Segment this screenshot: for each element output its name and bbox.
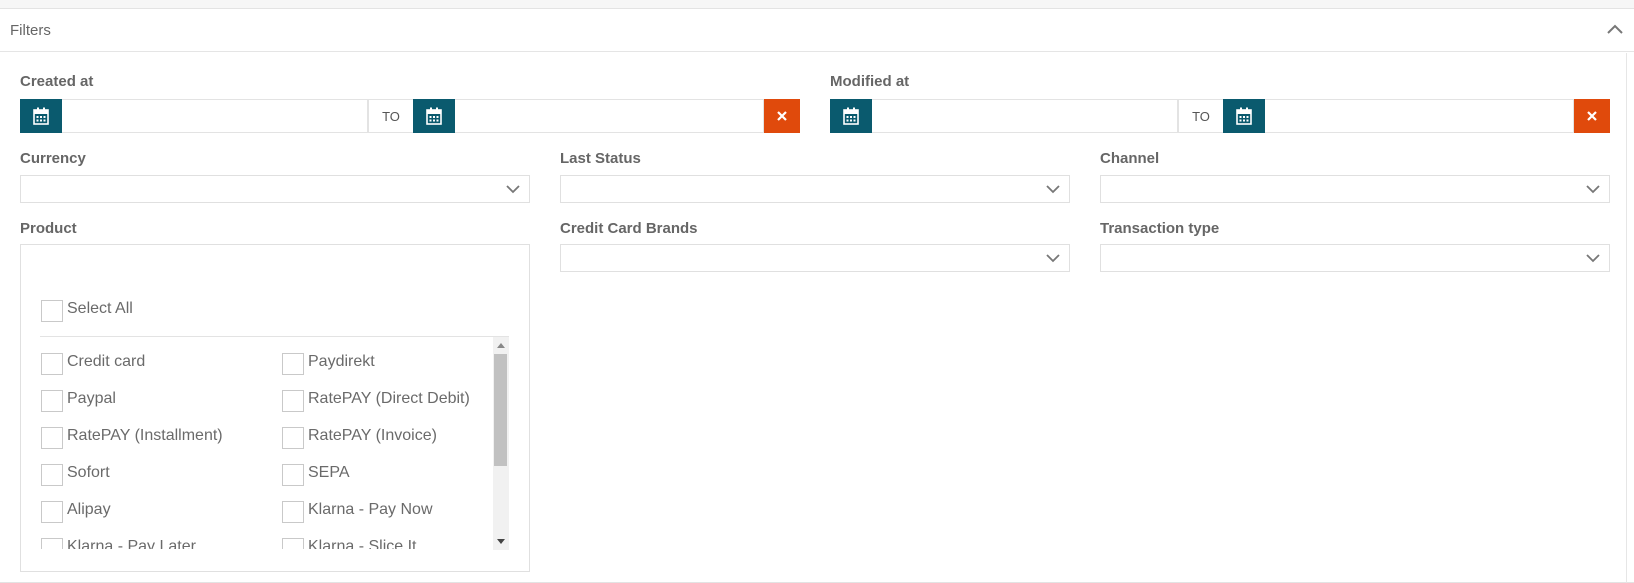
created-from-calendar-button[interactable] bbox=[20, 99, 62, 133]
select-all-label[interactable]: Select All bbox=[67, 300, 133, 318]
scroll-up-arrow-icon bbox=[497, 343, 505, 348]
chevron-down-icon bbox=[1046, 185, 1060, 194]
chevron-up-icon bbox=[1607, 24, 1623, 34]
option-label[interactable]: Paydirekt bbox=[308, 353, 375, 371]
credit-card-brands-label: Credit Card Brands bbox=[560, 220, 698, 237]
option-label[interactable]: SEPA bbox=[308, 464, 350, 482]
panel-scrollbar[interactable] bbox=[1626, 53, 1634, 583]
option-checkbox[interactable] bbox=[282, 464, 304, 486]
product-label: Product bbox=[20, 220, 77, 237]
channel-label: Channel bbox=[1100, 150, 1160, 167]
option-label[interactable]: Paypal bbox=[67, 390, 116, 408]
modified-clear-button[interactable] bbox=[1574, 99, 1610, 133]
modified-from-calendar-button[interactable] bbox=[830, 99, 872, 133]
options-scrollbar[interactable] bbox=[493, 337, 509, 550]
modified-from-input[interactable] bbox=[872, 99, 1178, 133]
option-label[interactable]: RatePAY (Installment) bbox=[67, 427, 223, 445]
option-label[interactable]: Credit card bbox=[67, 353, 145, 371]
calendar-icon bbox=[1236, 107, 1252, 125]
option-checkbox[interactable] bbox=[41, 464, 63, 486]
modified-at-label: Modified at bbox=[830, 73, 910, 90]
option-label[interactable]: Klarna - Pay Later bbox=[67, 538, 196, 549]
calendar-icon bbox=[843, 107, 859, 125]
last-status-label: Last Status bbox=[560, 150, 641, 167]
currency-label: Currency bbox=[20, 150, 86, 167]
filters-header[interactable]: Filters bbox=[0, 9, 1634, 52]
option-checkbox[interactable] bbox=[282, 390, 304, 412]
chevron-down-icon bbox=[1586, 185, 1600, 194]
product-options-list: Credit card Paypal RatePAY (Installment)… bbox=[38, 340, 493, 549]
created-to-separator: TO bbox=[368, 99, 413, 133]
chevron-down-icon bbox=[1046, 254, 1060, 263]
close-icon bbox=[777, 111, 787, 121]
created-to-input[interactable] bbox=[455, 99, 764, 133]
option-label[interactable]: RatePAY (Direct Debit) bbox=[308, 390, 470, 408]
option-label[interactable]: Klarna - Pay Now bbox=[308, 501, 433, 519]
option-checkbox[interactable] bbox=[282, 353, 304, 375]
transaction-type-label: Transaction type bbox=[1100, 220, 1220, 237]
modified-to-separator: TO bbox=[1178, 99, 1223, 133]
option-label[interactable]: Klarna - Slice It bbox=[308, 538, 416, 549]
last-status-select[interactable] bbox=[560, 175, 1070, 203]
option-checkbox[interactable] bbox=[41, 427, 63, 449]
scroll-thumb[interactable] bbox=[494, 354, 507, 466]
close-icon bbox=[1587, 111, 1597, 121]
transaction-type-select[interactable] bbox=[1100, 244, 1610, 272]
option-checkbox[interactable] bbox=[282, 538, 304, 549]
option-label[interactable]: RatePAY (Invoice) bbox=[308, 427, 437, 445]
calendar-icon bbox=[33, 107, 49, 125]
dropdown-divider bbox=[40, 336, 509, 337]
modified-to-calendar-button[interactable] bbox=[1223, 99, 1265, 133]
option-checkbox[interactable] bbox=[41, 390, 63, 412]
scroll-down-arrow-icon bbox=[497, 539, 505, 544]
chevron-down-icon bbox=[506, 185, 520, 194]
modified-to-input[interactable] bbox=[1265, 99, 1574, 133]
option-checkbox[interactable] bbox=[282, 501, 304, 523]
credit-card-brands-select[interactable] bbox=[560, 244, 1070, 272]
option-label[interactable]: Alipay bbox=[67, 501, 111, 519]
select-all-checkbox[interactable] bbox=[41, 300, 63, 322]
option-label[interactable]: Sofort bbox=[67, 464, 110, 482]
option-checkbox[interactable] bbox=[41, 538, 63, 549]
channel-select[interactable] bbox=[1100, 175, 1610, 203]
created-clear-button[interactable] bbox=[764, 99, 800, 133]
option-checkbox[interactable] bbox=[41, 501, 63, 523]
option-checkbox[interactable] bbox=[282, 427, 304, 449]
currency-select[interactable] bbox=[20, 175, 530, 203]
option-checkbox[interactable] bbox=[41, 353, 63, 375]
chevron-down-icon bbox=[1586, 254, 1600, 263]
filters-title: Filters bbox=[10, 22, 51, 39]
calendar-icon bbox=[426, 107, 442, 125]
created-from-input[interactable] bbox=[62, 99, 368, 133]
collapse-button[interactable] bbox=[1604, 19, 1626, 41]
created-at-label: Created at bbox=[20, 73, 94, 90]
created-to-calendar-button[interactable] bbox=[413, 99, 455, 133]
